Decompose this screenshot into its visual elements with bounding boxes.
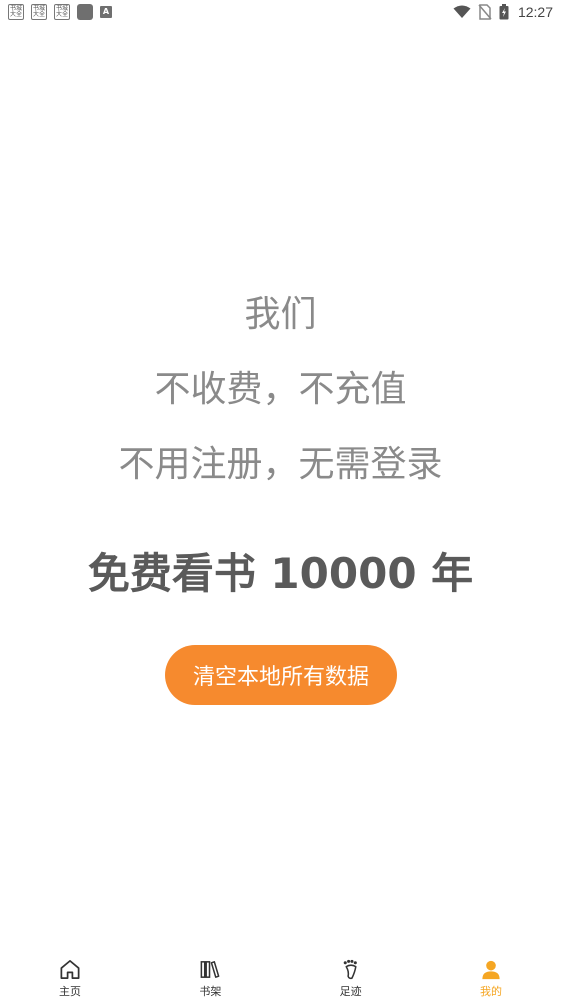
nav-item-mine[interactable]: 我的 <box>456 952 526 999</box>
nav-item-bookshelf[interactable]: 书架 <box>175 952 245 999</box>
bookshelf-icon <box>200 961 220 978</box>
home-icon <box>60 960 80 979</box>
media-notification-icon <box>77 4 93 20</box>
app-notification-icon: 书城大全 <box>54 4 70 20</box>
headline: 免费看书 10000 年 <box>87 549 474 598</box>
app-notification-icon: 书城大全 <box>31 4 47 20</box>
clear-local-data-button[interactable]: 清空本地所有数据 <box>165 645 397 705</box>
font-notification-icon: A <box>100 6 112 18</box>
clock: 12:27 <box>517 4 553 20</box>
footprint-icon <box>343 959 357 980</box>
bottom-nav: 主页 书架 足迹 我的 <box>0 952 561 999</box>
nav-item-footprint[interactable]: 足迹 <box>316 952 386 999</box>
intro-line-no-register: 不用注册，无需登录 <box>118 444 443 485</box>
status-bar: 书城大全 书城大全 书城大全 A 12:27 <box>0 0 561 24</box>
battery-charging-icon <box>499 4 509 20</box>
nav-item-home[interactable]: 主页 <box>35 952 105 999</box>
system-status-area: 12:27 <box>453 4 553 20</box>
intro-line-us: 我们 <box>244 294 317 335</box>
no-sim-icon <box>478 4 492 20</box>
notification-area: 书城大全 书城大全 书城大全 A <box>8 4 112 20</box>
intro-line-no-fee: 不收费，不充值 <box>154 369 407 410</box>
nav-label-mine: 我的 <box>479 985 502 998</box>
nav-label-bookshelf: 书架 <box>199 985 222 998</box>
app-notification-icon: 书城大全 <box>8 4 24 20</box>
user-icon <box>482 960 500 980</box>
wifi-icon <box>453 5 471 18</box>
nav-label-footprint: 足迹 <box>339 985 362 998</box>
nav-label-home: 主页 <box>59 985 81 998</box>
